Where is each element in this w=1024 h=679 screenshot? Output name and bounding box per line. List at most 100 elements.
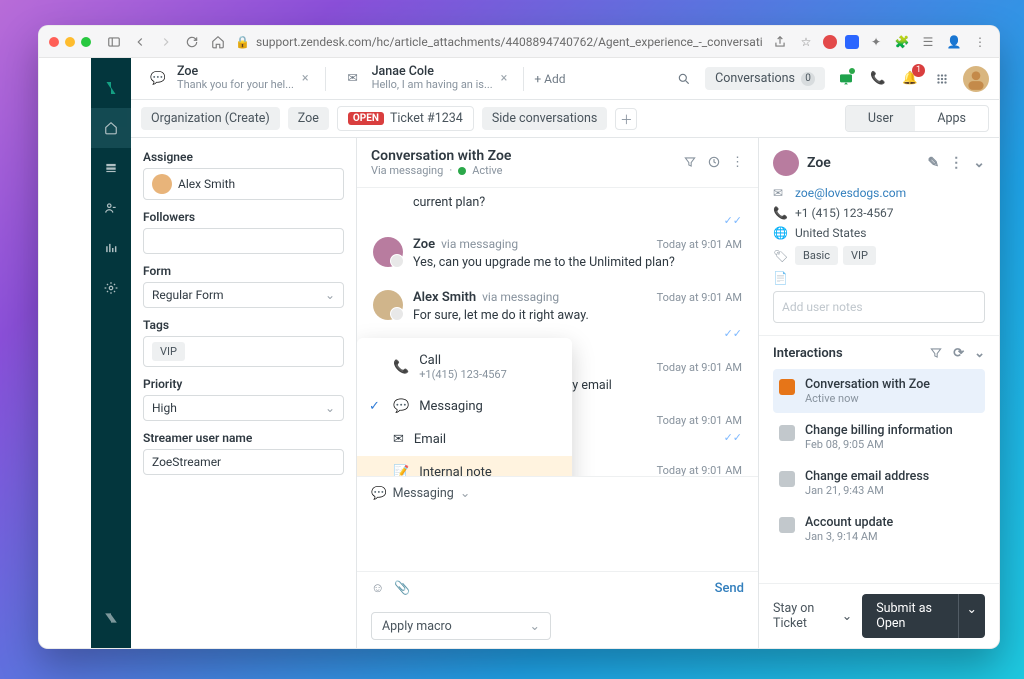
- active-dot-icon: [458, 167, 466, 175]
- filter-icon[interactable]: [683, 155, 697, 170]
- menu-icon[interactable]: ⋮: [971, 33, 989, 51]
- tab-apps[interactable]: Apps: [915, 106, 988, 131]
- close-window-icon[interactable]: [49, 37, 59, 47]
- message-fragment: current plan?: [373, 195, 742, 210]
- agent-avatar: [373, 290, 403, 320]
- agent-avatar[interactable]: [963, 66, 989, 92]
- interaction-item[interactable]: Change billing informationFeb 08, 9:05 A…: [773, 415, 985, 459]
- phone-icon[interactable]: 📞: [867, 68, 889, 90]
- chevron-down-icon[interactable]: ⌄: [973, 155, 985, 171]
- user-email[interactable]: zoe@lovesdogs.com: [795, 186, 906, 200]
- note-icon: 📄: [773, 271, 787, 285]
- close-icon[interactable]: ×: [501, 71, 508, 86]
- nav-views-icon[interactable]: [91, 148, 131, 188]
- tab-user[interactable]: User: [846, 106, 915, 131]
- emoji-icon[interactable]: ☺: [371, 580, 384, 596]
- more-icon[interactable]: ⋮: [731, 155, 744, 170]
- message: Zoevia messagingToday at 9:01 AM Yes, ca…: [373, 227, 742, 280]
- user-notes-input[interactable]: Add user notes: [773, 291, 985, 323]
- brand-icon[interactable]: [91, 68, 131, 108]
- search-icon[interactable]: [673, 68, 695, 90]
- history-icon[interactable]: [707, 155, 721, 170]
- traffic-lights[interactable]: [49, 37, 91, 47]
- side-conversations-button[interactable]: Side conversations: [482, 107, 608, 130]
- vertical-nav: [91, 58, 131, 648]
- apps-grid-icon[interactable]: [931, 68, 953, 90]
- back-icon[interactable]: [131, 33, 149, 51]
- channel-selector[interactable]: 💬Messaging⌄: [357, 477, 758, 509]
- close-icon[interactable]: ×: [302, 71, 309, 86]
- mail-icon: ✉: [393, 432, 404, 447]
- share-icon[interactable]: [771, 33, 789, 51]
- status-square-icon: [779, 379, 795, 395]
- nav-reporting-icon[interactable]: [91, 228, 131, 268]
- form-select[interactable]: Regular Form⌄: [143, 282, 344, 308]
- extension-2-icon[interactable]: [845, 35, 859, 49]
- tags-field[interactable]: VIP: [143, 336, 344, 367]
- extension-1-icon[interactable]: [823, 35, 837, 49]
- add-tab-button[interactable]: + Add: [534, 72, 565, 86]
- channel-email[interactable]: ✉ Email: [357, 423, 572, 456]
- submit-button[interactable]: Submit as Open⌄: [862, 594, 985, 638]
- interaction-item[interactable]: Account updateJan 3, 9:14 AM: [773, 507, 985, 551]
- interactions-panel: Interactions ⟳⌄ Conversation with ZoeAct…: [759, 336, 999, 561]
- messaging-icon[interactable]: [835, 68, 857, 90]
- breadcrumb-entity[interactable]: Zoe: [288, 107, 329, 130]
- submit-dropdown-icon[interactable]: ⌄: [958, 594, 985, 638]
- attachment-icon[interactable]: 📎: [394, 581, 410, 596]
- ticket-footer: Stay on Ticket⌄ Submit as Open⌄: [759, 583, 999, 648]
- maximize-window-icon[interactable]: [81, 37, 91, 47]
- status-square-icon: [779, 471, 795, 487]
- nav-home-icon[interactable]: [91, 108, 131, 148]
- bell-icon[interactable]: 🔔1: [899, 68, 921, 90]
- channel-messaging[interactable]: ✓ 💬 Messaging: [357, 390, 572, 423]
- nav-zendesk-icon[interactable]: [91, 598, 131, 638]
- form-label: Form: [143, 264, 344, 278]
- phone-icon: 📞: [773, 206, 787, 220]
- star-icon[interactable]: ☆: [797, 33, 815, 51]
- note-icon: 📝: [393, 465, 409, 476]
- interaction-item[interactable]: Change email addressJan 21, 9:43 AM: [773, 461, 985, 505]
- macro-select[interactable]: Apply macro⌄: [371, 612, 551, 640]
- address-bar[interactable]: 🔒 support.zendesk.com/hc/article_attachm…: [235, 35, 763, 49]
- user-profile: Zoe ✎⋮⌄ ✉zoe@lovesdogs.com 📞+1 (415) 123…: [759, 138, 999, 336]
- channel-internal-note[interactable]: 📝 Internal note: [357, 456, 572, 476]
- refresh-icon[interactable]: ⟳: [953, 346, 964, 361]
- profile-icon[interactable]: 👤: [945, 33, 963, 51]
- puzzle-icon[interactable]: 🧩: [893, 33, 911, 51]
- more-icon[interactable]: ⋮: [949, 155, 963, 171]
- assignee-field[interactable]: Alex Smith: [143, 168, 344, 200]
- extension-3-icon[interactable]: ✦: [867, 33, 885, 51]
- nav-customers-icon[interactable]: [91, 188, 131, 228]
- browser-chrome: 🔒 support.zendesk.com/hc/article_attachm…: [39, 26, 999, 58]
- channel-call[interactable]: 📞 Call+1(415) 123-4567: [357, 344, 572, 390]
- chevron-down-icon[interactable]: ⌄: [974, 346, 985, 361]
- edit-icon[interactable]: ✎: [928, 155, 940, 171]
- followers-field[interactable]: [143, 228, 344, 254]
- read-receipt-icon: ✓✓: [373, 214, 742, 227]
- breadcrumb-org[interactable]: Organization (Create): [141, 107, 280, 130]
- breadcrumb-ticket[interactable]: OPENTicket #1234: [337, 106, 474, 131]
- check-icon: ✓: [369, 399, 380, 414]
- reload-icon[interactable]: [183, 33, 201, 51]
- minimize-window-icon[interactable]: [65, 37, 75, 47]
- sidebar-toggle-icon[interactable]: [105, 33, 123, 51]
- interaction-item[interactable]: Conversation with ZoeActive now: [773, 369, 985, 413]
- forward-icon[interactable]: [157, 33, 175, 51]
- message-list[interactable]: current plan? ✓✓ Zoevia messagingToday a…: [357, 188, 758, 476]
- composer-textarea[interactable]: [357, 509, 758, 571]
- stay-on-ticket-button[interactable]: Stay on Ticket⌄: [773, 601, 852, 631]
- conversations-pill[interactable]: Conversations0: [705, 67, 825, 90]
- filter-icon[interactable]: [929, 346, 943, 361]
- user-country: United States: [795, 226, 866, 240]
- tab-janae[interactable]: ✉ Janae ColeHello, I am having an is... …: [336, 61, 514, 96]
- nav-admin-icon[interactable]: [91, 268, 131, 308]
- priority-select[interactable]: High⌄: [143, 395, 344, 421]
- home-icon[interactable]: [209, 33, 227, 51]
- list-icon[interactable]: ☰: [919, 33, 937, 51]
- streamer-field[interactable]: ZoeStreamer: [143, 449, 344, 475]
- context-panel-tabs: User Apps: [845, 105, 989, 132]
- add-side-conversation-icon[interactable]: ＋: [615, 108, 637, 130]
- send-button[interactable]: Send: [715, 581, 744, 596]
- tab-zoe[interactable]: 💬 ZoeThank you for your hel... ×: [141, 61, 315, 96]
